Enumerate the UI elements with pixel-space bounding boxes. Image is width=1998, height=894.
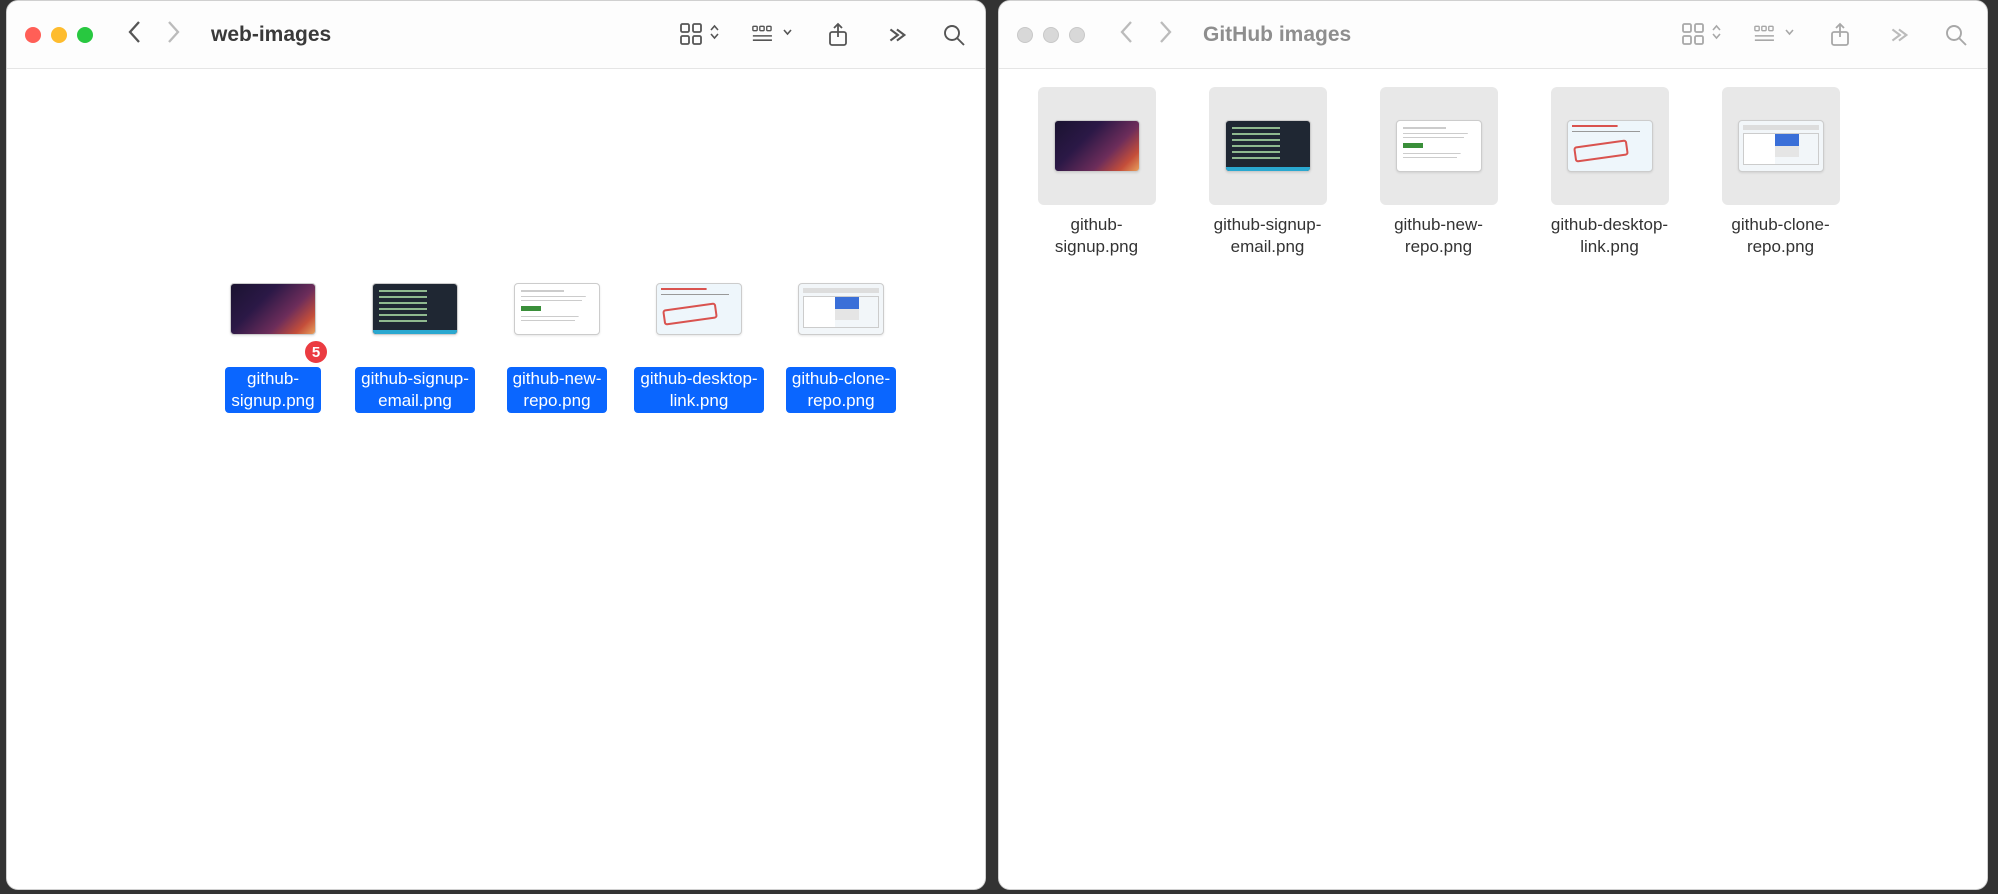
count-badge: 5 [303,339,329,365]
view-icons-button[interactable] [1681,22,1722,48]
chevron-updown-icon [1711,23,1722,46]
toolbar: GitHub images [999,1,1987,69]
file-grid: github- signup.png github-signup- email.p… [999,69,1987,285]
traffic-lights [1017,27,1085,43]
file-thumbnail[interactable] [791,259,891,359]
thumbnail-image [1567,120,1653,172]
chevron-updown-icon [709,23,720,46]
file-thumbnail[interactable] [1722,87,1840,205]
fullscreen-window-button[interactable] [1069,27,1085,43]
group-by-button[interactable] [752,22,793,48]
file-thumbnail[interactable] [507,259,607,359]
file-item[interactable]: github-desktop- link.png [1532,87,1687,259]
thumbnail-image [1054,120,1140,172]
forward-button[interactable] [163,18,183,51]
window-title: web-images [211,23,331,47]
minimize-window-button[interactable] [1043,27,1059,43]
file-thumbnail[interactable] [365,259,465,359]
nav-arrows [1117,18,1175,51]
content-area[interactable]: github- signup.png github-signup- email.p… [999,69,1987,889]
file-item[interactable]: github-desktop- link.png [634,259,764,413]
file-thumbnail[interactable]: 5 [223,259,323,359]
thumbnail-image [798,283,884,335]
close-window-button[interactable] [25,27,41,43]
more-button[interactable] [1885,22,1911,48]
traffic-lights [25,27,93,43]
file-item[interactable]: github-new- repo.png [492,259,622,413]
thumbnail-image [656,283,742,335]
group-by-button[interactable] [1754,22,1795,48]
finder-window-inactive: GitHub images github- signup.png github-s… [998,0,1988,890]
thumbnail-image [1225,120,1311,172]
chevron-down-icon [782,23,793,46]
file-label[interactable]: github-new- repo.png [1388,213,1489,259]
content-area[interactable]: 5github- signup.pnggithub-signup- email.… [7,69,985,889]
share-button[interactable] [1827,22,1853,48]
search-button[interactable] [941,22,967,48]
file-label[interactable]: github- signup.png [225,367,320,413]
thumbnail-image [372,283,458,335]
thumbnail-image [1396,120,1482,172]
file-item[interactable]: github-signup- email.png [1190,87,1345,259]
back-button[interactable] [1117,18,1137,51]
file-label[interactable]: github-clone- repo.png [1725,213,1835,259]
file-item[interactable]: github-new- repo.png [1361,87,1516,259]
view-icons-button[interactable] [679,22,720,48]
back-button[interactable] [125,18,145,51]
more-button[interactable] [883,22,909,48]
minimize-window-button[interactable] [51,27,67,43]
file-grid: 5github- signup.pnggithub-signup- email.… [7,69,985,439]
file-item[interactable]: github-clone- repo.png [1703,87,1858,259]
window-title: GitHub images [1203,23,1351,47]
toolbar-actions [679,22,967,48]
search-button[interactable] [1943,22,1969,48]
close-window-button[interactable] [1017,27,1033,43]
file-item[interactable]: 5github- signup.png [208,259,338,413]
file-thumbnail[interactable] [1038,87,1156,205]
file-label[interactable]: github-clone- repo.png [786,367,896,413]
toolbar-actions [1681,22,1969,48]
toolbar: web-images [7,1,985,69]
thumbnail-image [514,283,600,335]
file-label[interactable]: github-signup- email.png [1208,213,1328,259]
finder-window-active: web-images 5github- signup.pnggithub-sig… [6,0,986,890]
file-item[interactable]: github-signup- email.png [350,259,480,413]
file-label[interactable]: github-signup- email.png [355,367,475,413]
file-thumbnail[interactable] [649,259,749,359]
chevron-down-icon [1784,23,1795,46]
file-label[interactable]: github-desktop- link.png [1545,213,1674,259]
file-item[interactable]: github-clone- repo.png [776,259,906,413]
nav-arrows [125,18,183,51]
file-thumbnail[interactable] [1551,87,1669,205]
thumbnail-image [230,283,316,335]
file-label[interactable]: github-desktop- link.png [634,367,763,413]
file-thumbnail[interactable] [1380,87,1498,205]
file-label[interactable]: github-new- repo.png [507,367,608,413]
fullscreen-window-button[interactable] [77,27,93,43]
file-thumbnail[interactable] [1209,87,1327,205]
thumbnail-image [1738,120,1824,172]
file-item[interactable]: github- signup.png [1019,87,1174,259]
file-label[interactable]: github- signup.png [1049,213,1144,259]
share-button[interactable] [825,22,851,48]
forward-button[interactable] [1155,18,1175,51]
